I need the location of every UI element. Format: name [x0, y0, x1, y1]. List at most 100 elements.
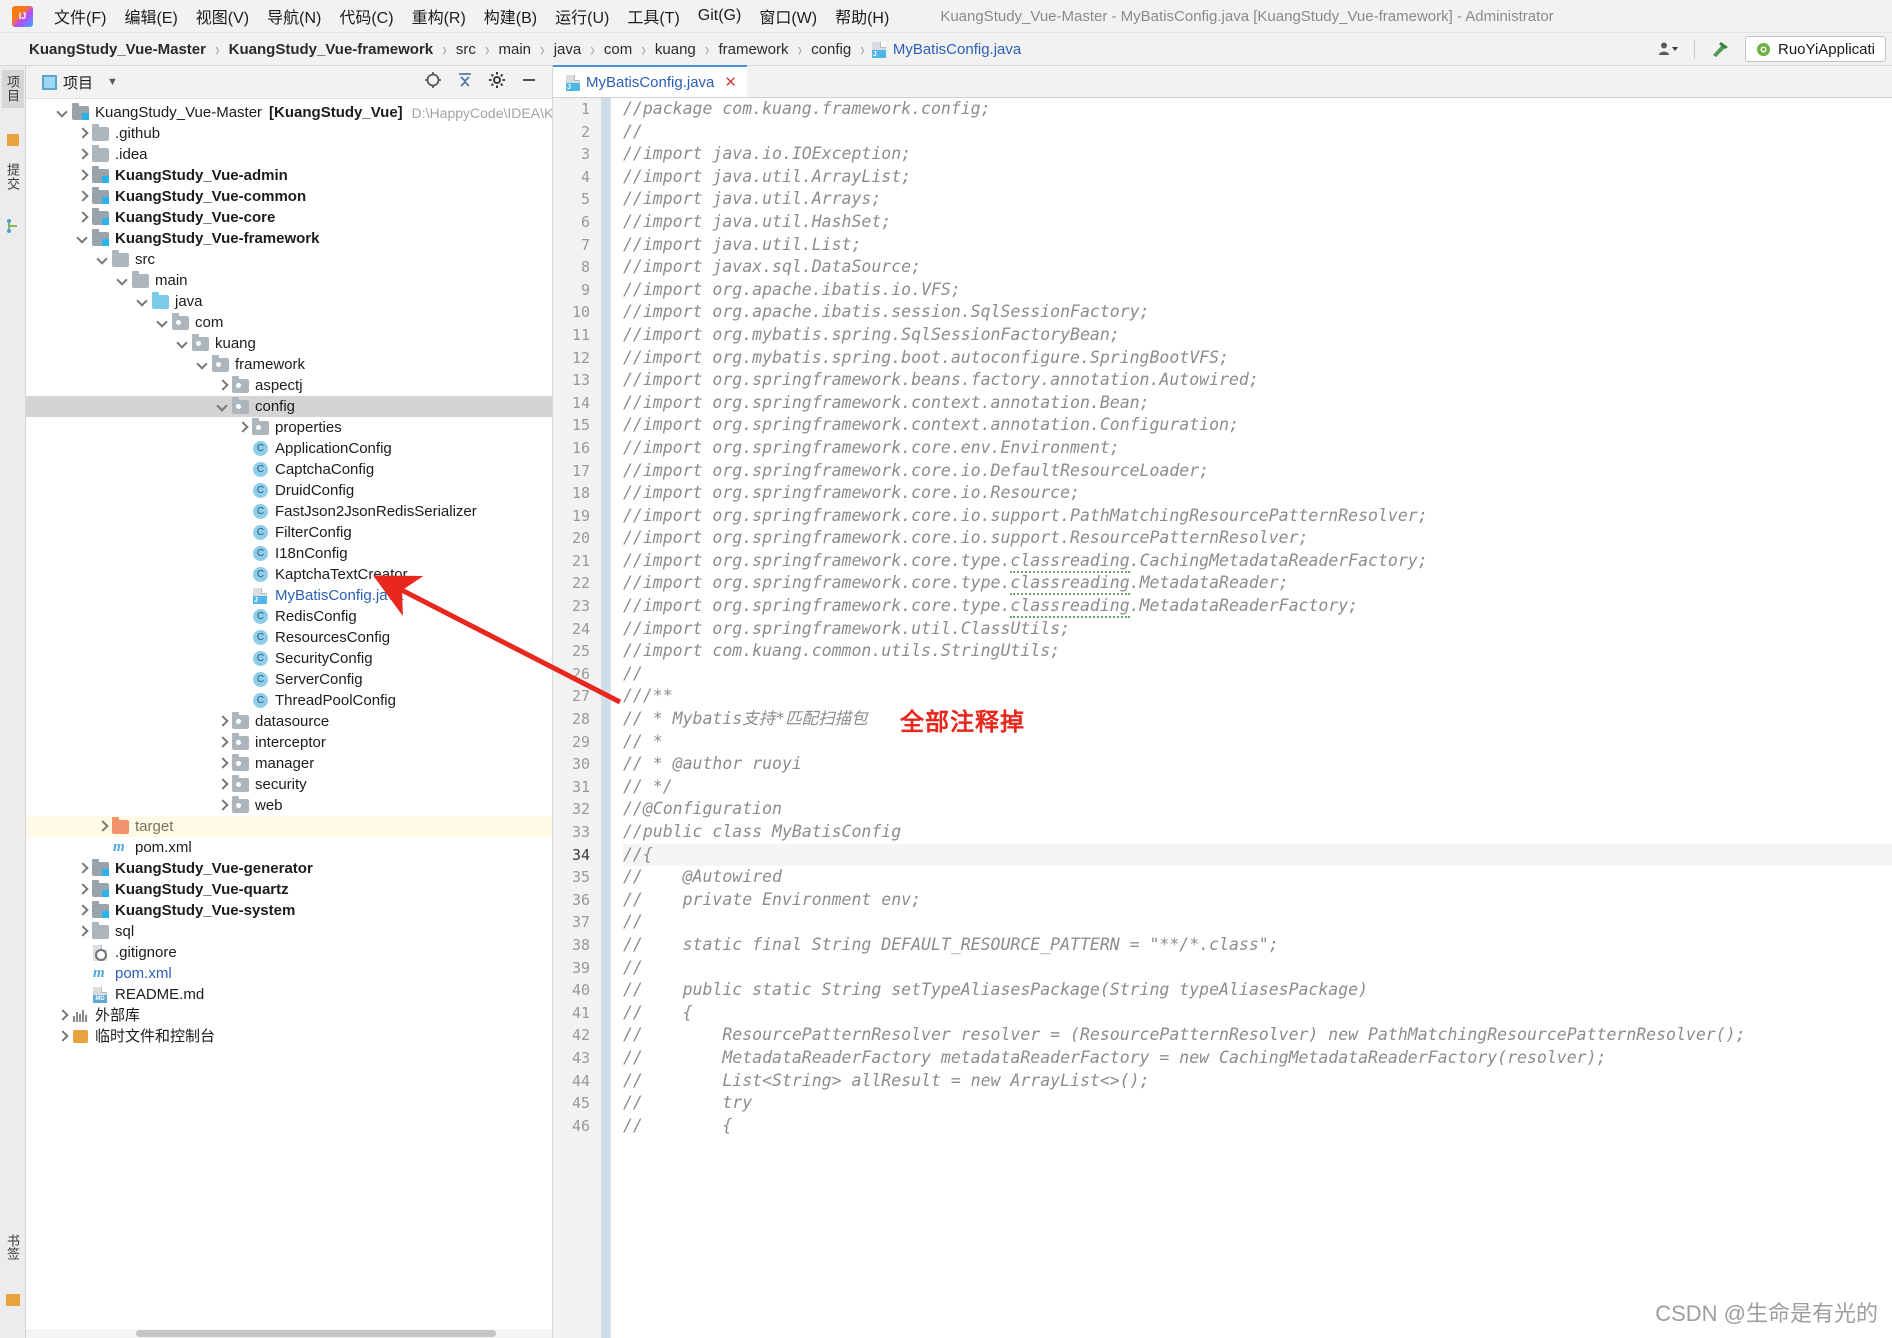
- code-line[interactable]: //import org.springframework.core.type.c…: [623, 550, 1892, 573]
- tool-tab-bookmarks[interactable]: 书签: [2, 1230, 24, 1264]
- code-line[interactable]: //import java.io.IOException;: [623, 143, 1892, 166]
- chevron-down-icon[interactable]: [56, 106, 69, 119]
- tree-node-kuangstudy-vue-admin[interactable]: KuangStudy_Vue-admin: [26, 165, 552, 186]
- tree-node-captchaconfig[interactable]: CaptchaConfig: [26, 459, 552, 480]
- tree-node-kuangstudy-vue-core[interactable]: KuangStudy_Vue-core: [26, 207, 552, 228]
- tree-node-[interactable]: 临时文件和控制台: [26, 1026, 552, 1047]
- chevron-down-icon[interactable]: [216, 400, 229, 413]
- tree-node-manager[interactable]: manager: [26, 753, 552, 774]
- tree-node-readme-md[interactable]: README.md: [26, 984, 552, 1005]
- chevron-right-icon[interactable]: [216, 379, 229, 392]
- menu-file[interactable]: 文件(F): [45, 1, 115, 31]
- menu-code[interactable]: 代码(C): [330, 1, 402, 31]
- code-line[interactable]: //import org.springframework.core.type.c…: [623, 572, 1892, 596]
- chevron-right-icon[interactable]: [76, 127, 89, 140]
- code-line[interactable]: // */: [623, 776, 1892, 799]
- chevron-right-icon[interactable]: [76, 169, 89, 182]
- tree-node-kuangstudy-vue-generator[interactable]: KuangStudy_Vue-generator: [26, 858, 552, 879]
- code-line[interactable]: //import org.springframework.beans.facto…: [623, 369, 1892, 392]
- code-line[interactable]: //import java.util.Arrays;: [623, 188, 1892, 211]
- tree-node-applicationconfig[interactable]: ApplicationConfig: [26, 438, 552, 459]
- chevron-down-icon[interactable]: [196, 358, 209, 371]
- code-line[interactable]: //import org.springframework.context.ann…: [623, 392, 1892, 415]
- tree-node-redisconfig[interactable]: RedisConfig: [26, 606, 552, 627]
- tree-node-kuangstudy-vue-framework[interactable]: KuangStudy_Vue-framework: [26, 228, 552, 249]
- tree-node-datasource[interactable]: datasource: [26, 711, 552, 732]
- tree-node-securityconfig[interactable]: SecurityConfig: [26, 648, 552, 669]
- editor-tab-mybatisconfig[interactable]: MyBatisConfig.java ✕: [553, 65, 747, 97]
- scrollbar-thumb[interactable]: [136, 1330, 496, 1337]
- line-number-gutter[interactable]: 1 2 3 4 5 6 7 8 9 10 11 12 13 14 15 16 17 18 19 20 21 22 23 24 2…: [553, 98, 611, 1338]
- code-line[interactable]: // public static String setTypeAliasesPa…: [623, 979, 1892, 1002]
- run-configuration-selector[interactable]: RuoYiApplicati: [1745, 36, 1886, 62]
- chevron-right-icon[interactable]: [56, 1030, 69, 1043]
- code-line[interactable]: //{: [623, 843, 1892, 867]
- tree-node-fastjson2jsonredisserializer[interactable]: FastJson2JsonRedisSerializer: [26, 501, 552, 522]
- breadcrumb-item-5[interactable]: com: [601, 40, 635, 59]
- tree-node-aspectj[interactable]: aspectj: [26, 375, 552, 396]
- menu-navigate[interactable]: 导航(N): [258, 1, 330, 31]
- chevron-right-icon[interactable]: [96, 820, 109, 833]
- code-line[interactable]: //import com.kuang.common.utils.StringUt…: [623, 640, 1892, 663]
- code-line[interactable]: // MetadataReaderFactory metadataReaderF…: [623, 1047, 1892, 1070]
- code-line[interactable]: //: [623, 121, 1892, 144]
- chevron-down-icon[interactable]: [176, 337, 189, 350]
- tree-node-druidconfig[interactable]: DruidConfig: [26, 480, 552, 501]
- tree-node-com[interactable]: com: [26, 312, 552, 333]
- code-line[interactable]: //import javax.sql.DataSource;: [623, 256, 1892, 279]
- chevron-down-icon[interactable]: [76, 232, 89, 245]
- tree-node-i18nconfig[interactable]: I18nConfig: [26, 543, 552, 564]
- code-line[interactable]: // {: [623, 1115, 1892, 1138]
- code-line[interactable]: //import org.springframework.core.type.c…: [623, 595, 1892, 619]
- project-tree-hscrollbar[interactable]: [26, 1329, 552, 1338]
- tree-node-framework[interactable]: framework: [26, 354, 552, 375]
- code-line[interactable]: //import org.springframework.core.env.En…: [623, 437, 1892, 460]
- chevron-right-icon[interactable]: [236, 421, 249, 434]
- tree-node-properties[interactable]: properties: [26, 417, 552, 438]
- chevron-down-icon[interactable]: [96, 253, 109, 266]
- tree-node-github[interactable]: .github: [26, 123, 552, 144]
- tree-node-filterconfig[interactable]: FilterConfig: [26, 522, 552, 543]
- breadcrumb-item-9[interactable]: MyBatisConfig.java: [871, 40, 1024, 59]
- tree-node-java[interactable]: java: [26, 291, 552, 312]
- menu-tools[interactable]: 工具(T): [618, 1, 688, 31]
- code-line[interactable]: //package com.kuang.framework.config;: [623, 98, 1892, 121]
- code-line[interactable]: //import org.apache.ibatis.io.VFS;: [623, 279, 1892, 302]
- menu-edit[interactable]: 编辑(E): [115, 1, 186, 31]
- menu-git[interactable]: Git(G): [689, 4, 751, 28]
- code-line[interactable]: //import org.springframework.core.io.Res…: [623, 482, 1892, 505]
- code-line[interactable]: //import org.springframework.core.io.Def…: [623, 460, 1892, 483]
- code-line[interactable]: // @Autowired: [623, 866, 1892, 889]
- menu-help[interactable]: 帮助(H): [826, 1, 898, 31]
- code-line[interactable]: //import org.mybatis.spring.SqlSessionFa…: [623, 324, 1892, 347]
- tree-node-[interactable]: 外部库: [26, 1005, 552, 1026]
- breadcrumb-item-7[interactable]: framework: [715, 40, 791, 59]
- breadcrumb-item-0[interactable]: KuangStudy_Vue-Master: [26, 40, 209, 59]
- chevron-down-icon[interactable]: [136, 295, 149, 308]
- code-line[interactable]: // try: [623, 1092, 1892, 1115]
- code-line[interactable]: //@Configuration: [623, 798, 1892, 821]
- chevron-down-icon[interactable]: [156, 316, 169, 329]
- code-line[interactable]: // {: [623, 1002, 1892, 1025]
- tree-node-sql[interactable]: sql: [26, 921, 552, 942]
- tree-node-kuangstudy-vue-system[interactable]: KuangStudy_Vue-system: [26, 900, 552, 921]
- menu-build[interactable]: 构建(B): [475, 1, 546, 31]
- close-icon[interactable]: ✕: [724, 73, 737, 91]
- code-line[interactable]: //import org.springframework.context.ann…: [623, 414, 1892, 437]
- breadcrumb-item-6[interactable]: kuang: [652, 40, 699, 59]
- tree-node-interceptor[interactable]: interceptor: [26, 732, 552, 753]
- chevron-right-icon[interactable]: [76, 925, 89, 938]
- chevron-right-icon[interactable]: [76, 190, 89, 203]
- tree-node-kuangstudy-vue-quartz[interactable]: KuangStudy_Vue-quartz: [26, 879, 552, 900]
- tree-node-kuangstudy-vue-common[interactable]: KuangStudy_Vue-common: [26, 186, 552, 207]
- tree-node-config[interactable]: config: [26, 396, 552, 417]
- tree-node-mybatisconfig-java[interactable]: MyBatisConfig.java: [26, 585, 552, 606]
- code-line[interactable]: // static final String DEFAULT_RESOURCE_…: [623, 934, 1892, 957]
- tree-node-security[interactable]: security: [26, 774, 552, 795]
- code-line[interactable]: //: [623, 663, 1892, 686]
- tree-node-idea[interactable]: .idea: [26, 144, 552, 165]
- tree-node-resourcesconfig[interactable]: ResourcesConfig: [26, 627, 552, 648]
- breadcrumb-item-4[interactable]: java: [551, 40, 585, 59]
- code-line[interactable]: //public class MyBatisConfig: [623, 821, 1892, 844]
- menu-view[interactable]: 视图(V): [187, 1, 258, 31]
